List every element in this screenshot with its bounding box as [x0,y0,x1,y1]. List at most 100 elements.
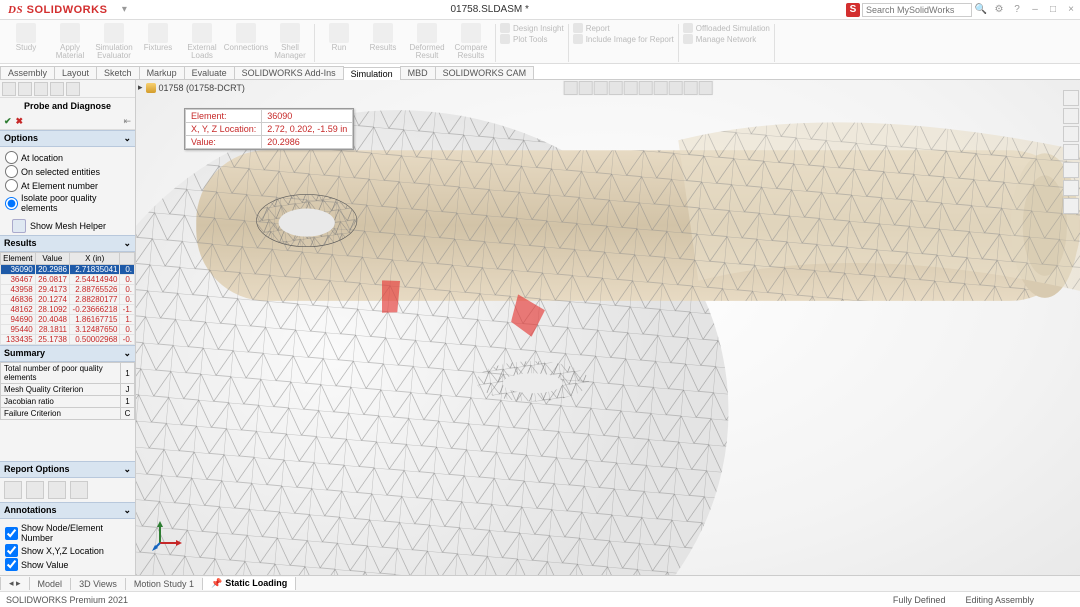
taskpane-custom-icon[interactable] [1063,180,1079,196]
taskpane-library-icon[interactable] [1063,126,1079,142]
results-row[interactable]: 9469020.40481.861677151. [1,315,135,325]
ribbon-shell-manager[interactable]: Shell Manager [268,22,312,61]
annot-show-x-y-z-location[interactable]: Show X,Y,Z Location [5,544,130,557]
taskpane-resources-icon[interactable] [1063,108,1079,124]
ribbon-simulation-evaluator[interactable]: Simulation Evaluator [92,22,136,61]
bottom-tab-static-loading[interactable]: 📌Static Loading [203,577,296,590]
ribbon-run[interactable]: Run [317,22,361,53]
annot-show-node-element-number[interactable]: Show Node/Element Number [5,523,130,543]
panel-title: Probe and Diagnose [0,98,135,114]
status-right: Editing Assembly [965,595,1034,605]
options-header[interactable]: Options⌄ [0,130,135,147]
results-row[interactable]: 4816228.1092-0.23666218-1. [1,305,135,315]
probe-tooltip: Element:36090X, Y, Z Location:2.72, 0.20… [184,108,354,150]
results-table[interactable]: ElementValueX (in)3609020.29862.71835041… [0,252,135,345]
ribbon-external-loads[interactable]: External Loads [180,22,224,61]
bottom-tab-model[interactable]: Model [30,578,72,590]
results-row[interactable]: 4683620.12742.882801770. [1,295,135,305]
pm-tab-sim-icon[interactable] [66,82,80,96]
ribbon-design-insight[interactable]: Design Insight [500,23,564,33]
tab-simulation[interactable]: Simulation [343,67,401,80]
report-export-icon[interactable] [70,481,88,499]
option-at-element-number[interactable]: At Element number [5,179,130,192]
results-row[interactable]: 13343525.17380.50002968-0. [1,335,135,345]
report-options-body [0,478,135,502]
annotations-body: Show Node/Element Number Show X,Y,Z Loca… [0,519,135,575]
report-save-icon[interactable] [4,481,22,499]
tab-mbd[interactable]: MBD [400,66,436,79]
task-pane [1062,88,1080,216]
pushpin-icon[interactable]: ⇤ [123,116,131,127]
tab-solidworks-cam[interactable]: SOLIDWORKS CAM [435,66,535,79]
ribbon-results[interactable]: Results [361,22,405,53]
option-at-location[interactable]: At location [5,151,130,164]
results-row[interactable]: 3609020.29862.718350410. [1,265,135,275]
confirm-row: ✔ ✖ ⇤ [0,114,135,130]
ribbon-connections[interactable]: Connections [224,22,268,53]
taskpane-appearance-icon[interactable] [1063,162,1079,178]
ribbon-compare-results[interactable]: Compare Results [449,22,493,61]
taskpane-forum-icon[interactable] [1063,198,1079,214]
restore-icon[interactable]: □ [1046,3,1060,17]
document-tabs: AssemblyLayoutSketchMarkupEvaluateSOLIDW… [0,64,1080,80]
orientation-triad[interactable] [152,519,184,551]
pm-tab-property-icon[interactable] [18,82,32,96]
status-bar: SOLIDWORKS Premium 2021 Fully Defined Ed… [0,591,1080,607]
tab-assembly[interactable]: Assembly [0,66,55,79]
ribbon-plot-tools[interactable]: Plot Tools [500,34,564,44]
ok-button[interactable]: ✔ [4,116,12,127]
results-row[interactable]: 9544028.18113.124876500. [1,325,135,335]
cancel-button[interactable]: ✖ [16,116,24,127]
taskpane-view-icon[interactable] [1063,144,1079,160]
annotations-header[interactable]: Annotations⌄ [0,502,135,519]
ribbon-manage-network[interactable]: Manage Network [683,34,770,44]
ribbon-offloaded-simulation[interactable]: Offloaded Simulation [683,23,770,33]
ribbon: StudyApply MaterialSimulation EvaluatorF… [0,20,1080,64]
option-isolate-poor-quality-elements[interactable]: Isolate poor quality elements [5,193,130,213]
settings-icon[interactable]: ⚙ [992,3,1006,17]
results-row[interactable]: 3646726.08172.544149400. [1,275,135,285]
bottom-tab-motion-study-1[interactable]: Motion Study 1 [126,578,203,590]
report-chart-icon[interactable] [48,481,66,499]
results-row[interactable]: 4395829.41732.887655260. [1,285,135,295]
annot-show-value[interactable]: Show Value [5,558,130,571]
tab-evaluate[interactable]: Evaluate [184,66,235,79]
options-body: At location On selected entities At Elem… [0,147,135,217]
qat-arrow-icon[interactable]: ▾ [117,3,131,17]
option-on-selected-entities[interactable]: On selected entities [5,165,130,178]
title-bar: DS SOLIDWORKS ▾ 01758.SLDASM * S 🔍 ⚙ ? –… [0,0,1080,20]
results-header[interactable]: Results⌄ [0,235,135,252]
tab-solidworks-add-ins[interactable]: SOLIDWORKS Add-Ins [234,66,344,79]
ribbon-apply-material[interactable]: Apply Material [48,22,92,61]
status-left: SOLIDWORKS Premium 2021 [6,595,128,605]
search-icon[interactable]: 🔍 [974,3,988,17]
bottom-tab-3d-views[interactable]: 3D Views [71,578,126,590]
pm-tab-display-icon[interactable] [50,82,64,96]
pm-tab-feature-icon[interactable] [2,82,16,96]
close-icon[interactable]: × [1064,3,1078,17]
search-input[interactable] [862,3,972,17]
bottom-tabs: ◂ ▸ Model3D ViewsMotion Study 1📌Static L… [0,575,1080,591]
graphics-viewport[interactable]: ▸ 01758 (01758-DCRT) [136,80,1080,575]
help-icon[interactable]: ? [1010,3,1024,17]
ribbon-report[interactable]: Report [573,23,674,33]
tab-sketch[interactable]: Sketch [96,66,140,79]
min-icon[interactable]: – [1028,3,1042,17]
mesh-helper-row[interactable]: Show Mesh Helper [0,217,135,235]
app-logo: DS SOLIDWORKS [0,4,115,16]
ribbon-deformed-result[interactable]: Deformed Result [405,22,449,61]
ribbon-fixtures[interactable]: Fixtures [136,22,180,53]
ribbon-study[interactable]: Study [4,22,48,53]
pm-tabstrip [0,80,135,98]
tab-layout[interactable]: Layout [54,66,97,79]
tab-markup[interactable]: Markup [139,66,185,79]
pm-tab-config-icon[interactable] [34,82,48,96]
summary-row: Total number of poor quality elements1 [1,363,135,384]
doc-title: 01758.SLDASM * [133,4,846,15]
ribbon-include-image-for-report[interactable]: Include Image for Report [573,34,674,44]
taskpane-home-icon[interactable] [1063,90,1079,106]
summary-header[interactable]: Summary⌄ [0,345,135,362]
report-copy-icon[interactable] [26,481,44,499]
bottom-tab-nav[interactable]: ◂ ▸ [0,577,30,590]
report-options-header[interactable]: Report Options⌄ [0,461,135,478]
